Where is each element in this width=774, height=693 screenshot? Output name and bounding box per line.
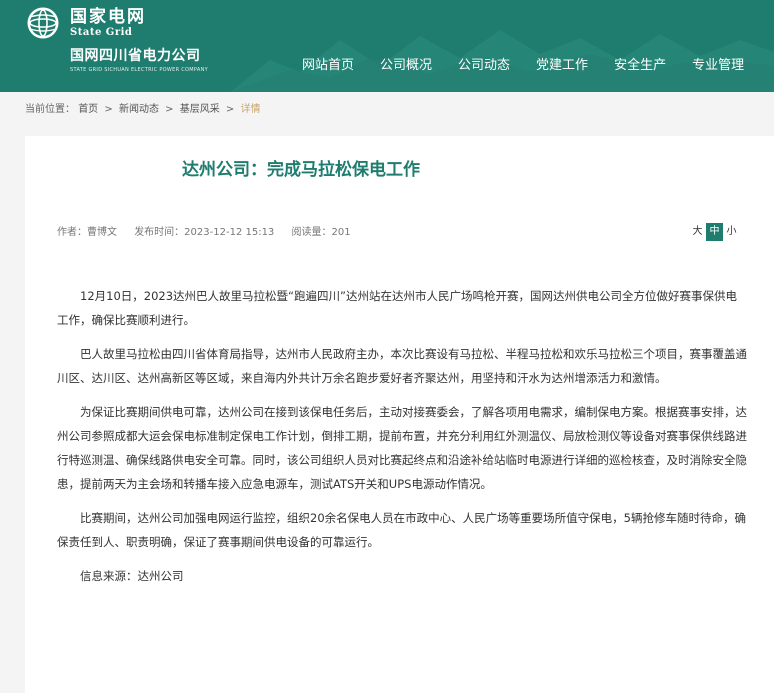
breadcrumb-home[interactable]: 首页 bbox=[78, 104, 98, 115]
breadcrumb-separator: > bbox=[165, 104, 174, 115]
breadcrumb-current: 详情 bbox=[240, 104, 261, 115]
breadcrumb-separator: > bbox=[104, 104, 113, 115]
nav-item-company-overview[interactable]: 公司概况 bbox=[380, 56, 432, 76]
company-name-cn: 国网四川省电力公司 bbox=[70, 48, 201, 64]
nav-item-party-building[interactable]: 党建工作 bbox=[536, 56, 588, 76]
article-paragraph: 比赛期间，达州公司加强电网运行监控，组织20余名保电人员在市政中心、人民广场等重… bbox=[57, 511, 746, 549]
nav-item-safety-production[interactable]: 安全生产 bbox=[614, 56, 666, 76]
article-paragraph: 为保证比赛期间供电可靠，达州公司在接到该保电任务后，主动对接赛委会，了解各项用电… bbox=[57, 405, 747, 491]
nav-item-company-news[interactable]: 公司动态 bbox=[458, 56, 510, 76]
article-author: 作者：曹博文 bbox=[57, 227, 117, 238]
font-size-large-button[interactable]: 大 bbox=[689, 223, 706, 241]
main-nav: 网站首页 公司概况 公司动态 党建工作 安全生产 专业管理 bbox=[302, 56, 770, 76]
nav-item-home[interactable]: 网站首页 bbox=[302, 56, 354, 76]
font-size-medium-button[interactable]: 中 bbox=[706, 223, 723, 241]
font-size-switcher: 大 中 小 bbox=[689, 223, 740, 241]
mountain-skyline-decoration bbox=[230, 30, 774, 92]
nav-item-professional-management[interactable]: 专业管理 bbox=[692, 56, 744, 76]
article-panel: 达州公司：完成马拉松保电工作 作者：曹博文 发布时间：2023-12-12 15… bbox=[25, 136, 774, 693]
article-paragraph: 巴人故里马拉松由四川省体育局指导，达州市人民政府主办，本次比赛设有马拉松、半程马… bbox=[57, 347, 747, 385]
article-source: 信息来源：达州公司 bbox=[80, 569, 184, 583]
breadcrumb-prefix: 当前位置： bbox=[25, 104, 75, 115]
breadcrumb-separator: > bbox=[225, 104, 235, 115]
site-header: 国家电网 State Grid 国网四川省电力公司 STATE GRID SIC… bbox=[0, 0, 774, 92]
article-body: 12月10日，2023达州巴人故里马拉松暨“跑遍四川”达州站在达州市人民广场鸣枪… bbox=[57, 284, 747, 598]
article-publish-time: 发布时间：2023-12-12 15:13 bbox=[134, 227, 275, 238]
font-size-small-button[interactable]: 小 bbox=[723, 223, 740, 241]
brand-name-en: State Grid bbox=[70, 27, 133, 38]
company-name-en: STATE GRID SICHUAN ELECTRIC POWER COMPAN… bbox=[70, 67, 208, 73]
article-title: 达州公司：完成马拉松保电工作 bbox=[182, 160, 420, 180]
breadcrumb: 当前位置： 首页 > 新闻动态 > 基层风采 > 详情 bbox=[25, 102, 260, 118]
brand-name-cn: 国家电网 bbox=[70, 7, 146, 27]
article-meta: 作者：曹博文 发布时间：2023-12-12 15:13 阅读量：201 bbox=[57, 226, 365, 240]
article-paragraph: 12月10日，2023达州巴人故里马拉松暨“跑遍四川”达州站在达州市人民广场鸣枪… bbox=[57, 289, 737, 327]
article-view-count: 阅读量：201 bbox=[291, 227, 351, 238]
breadcrumb-grassroots[interactable]: 基层风采 bbox=[180, 104, 220, 115]
breadcrumb-news[interactable]: 新闻动态 bbox=[119, 104, 159, 115]
state-grid-logo-icon bbox=[27, 7, 59, 39]
